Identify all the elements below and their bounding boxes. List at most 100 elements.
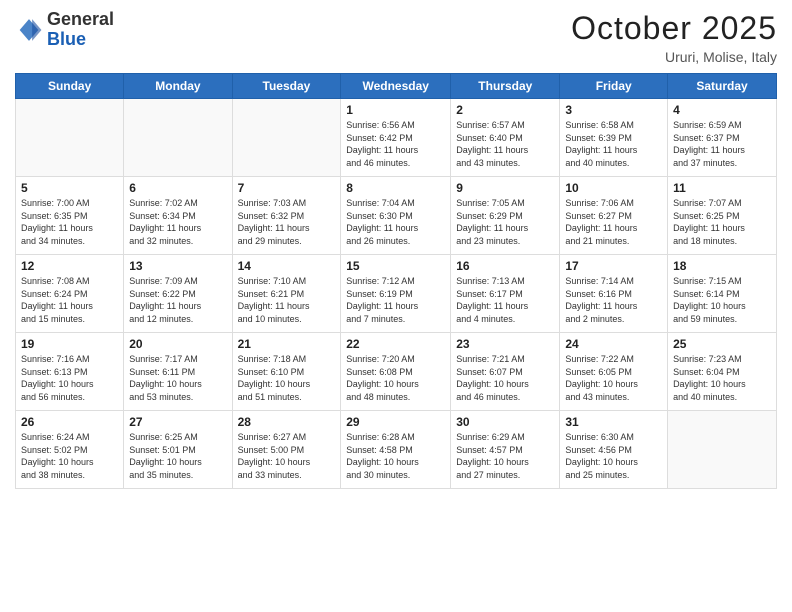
day-info: Sunrise: 6:58 AM Sunset: 6:39 PM Dayligh… xyxy=(565,119,662,169)
day-number: 7 xyxy=(238,181,336,195)
month-title: October 2025 xyxy=(571,10,777,47)
day-info: Sunrise: 7:02 AM Sunset: 6:34 PM Dayligh… xyxy=(129,197,226,247)
logo-icon xyxy=(15,16,43,44)
calendar-cell: 22Sunrise: 7:20 AM Sunset: 6:08 PM Dayli… xyxy=(341,333,451,411)
day-number: 31 xyxy=(565,415,662,429)
calendar-cell: 3Sunrise: 6:58 AM Sunset: 6:39 PM Daylig… xyxy=(560,99,668,177)
day-info: Sunrise: 7:23 AM Sunset: 6:04 PM Dayligh… xyxy=(673,353,771,403)
day-number: 29 xyxy=(346,415,445,429)
logo-blue-text: Blue xyxy=(47,29,86,49)
week-row-2: 12 Sunrise: 7:08 AM Sunset: 6:24 PM Dayli… xyxy=(16,255,777,333)
calendar-table: SundayMondayTuesdayWednesdayThursdayFrid… xyxy=(15,73,777,489)
day-number: 27 xyxy=(129,415,226,429)
week-row-0: 1Sunrise: 6:56 AM Sunset: 6:42 PM Daylig… xyxy=(16,99,777,177)
day-number: 18 xyxy=(673,259,771,273)
day-info: Sunrise: 7:10 AM Sunset: 6:21 PM Dayligh… xyxy=(238,275,336,325)
day-info: Sunrise: 7:21 AM Sunset: 6:07 PM Dayligh… xyxy=(456,353,554,403)
day-number: 5 xyxy=(21,181,118,195)
week-row-4: 26 Sunrise: 6:24 AM Sunset: 5:02 PM Dayli… xyxy=(16,411,777,489)
day-info: Sunrise: 7:16 AM Sunset: 6:13 PM Dayligh… xyxy=(21,353,118,403)
calendar-cell: 27Sunrise: 6:25 AM Sunset: 5:01 PM Dayli… xyxy=(124,411,232,489)
logo-general-text: General xyxy=(47,9,114,29)
day-number: 8 xyxy=(346,181,445,195)
day-number: 22 xyxy=(346,337,445,351)
calendar-cell: 16Sunrise: 7:13 AM Sunset: 6:17 PM Dayli… xyxy=(451,255,560,333)
day-number: 14 xyxy=(238,259,336,273)
calendar-cell: 24Sunrise: 7:22 AM Sunset: 6:05 PM Dayli… xyxy=(560,333,668,411)
day-number: 4 xyxy=(673,103,771,117)
day-number: 23 xyxy=(456,337,554,351)
weekday-header-sunday: Sunday xyxy=(16,74,124,99)
day-info: Sunrise: 6:28 AM Sunset: 4:58 PM Dayligh… xyxy=(346,431,445,481)
calendar-cell: 13Sunrise: 7:09 AM Sunset: 6:22 PM Dayli… xyxy=(124,255,232,333)
day-number: 25 xyxy=(673,337,771,351)
calendar-cell: 21 Sunrise: 7:18 AM Sunset: 6:10 PM Dayli… xyxy=(232,333,341,411)
calendar-cell: 10 Sunrise: 7:06 AM Sunset: 6:27 PM Dayli… xyxy=(560,177,668,255)
weekday-header-monday: Monday xyxy=(124,74,232,99)
calendar-cell: 31Sunrise: 6:30 AM Sunset: 4:56 PM Dayli… xyxy=(560,411,668,489)
calendar-cell: 9 Sunrise: 7:05 AM Sunset: 6:29 PM Daylig… xyxy=(451,177,560,255)
calendar-cell: 12 Sunrise: 7:08 AM Sunset: 6:24 PM Dayli… xyxy=(16,255,124,333)
calendar-cell: 7 Sunrise: 7:03 AM Sunset: 6:32 PM Daylig… xyxy=(232,177,341,255)
calendar-cell: 6 Sunrise: 7:02 AM Sunset: 6:34 PM Daylig… xyxy=(124,177,232,255)
day-info: Sunrise: 7:06 AM Sunset: 6:27 PM Dayligh… xyxy=(565,197,662,247)
day-info: Sunrise: 7:13 AM Sunset: 6:17 PM Dayligh… xyxy=(456,275,554,325)
week-row-1: 5 Sunrise: 7:00 AM Sunset: 6:35 PM Daylig… xyxy=(16,177,777,255)
weekday-header-wednesday: Wednesday xyxy=(341,74,451,99)
day-info: Sunrise: 7:17 AM Sunset: 6:11 PM Dayligh… xyxy=(129,353,226,403)
calendar-cell: 28 Sunrise: 6:27 AM Sunset: 5:00 PM Dayli… xyxy=(232,411,341,489)
logo: General Blue xyxy=(15,10,114,50)
weekday-header-friday: Friday xyxy=(560,74,668,99)
day-info: Sunrise: 7:03 AM Sunset: 6:32 PM Dayligh… xyxy=(238,197,336,247)
calendar-cell: 30Sunrise: 6:29 AM Sunset: 4:57 PM Dayli… xyxy=(451,411,560,489)
day-number: 19 xyxy=(21,337,118,351)
day-number: 17 xyxy=(565,259,662,273)
day-number: 9 xyxy=(456,181,554,195)
day-info: Sunrise: 6:24 AM Sunset: 5:02 PM Dayligh… xyxy=(21,431,118,481)
day-info: Sunrise: 7:14 AM Sunset: 6:16 PM Dayligh… xyxy=(565,275,662,325)
day-number: 20 xyxy=(129,337,226,351)
day-number: 12 xyxy=(21,259,118,273)
day-info: Sunrise: 7:07 AM Sunset: 6:25 PM Dayligh… xyxy=(673,197,771,247)
day-number: 6 xyxy=(129,181,226,195)
day-number: 11 xyxy=(673,181,771,195)
day-info: Sunrise: 7:15 AM Sunset: 6:14 PM Dayligh… xyxy=(673,275,771,325)
day-info: Sunrise: 6:56 AM Sunset: 6:42 PM Dayligh… xyxy=(346,119,445,169)
calendar-cell: 1Sunrise: 6:56 AM Sunset: 6:42 PM Daylig… xyxy=(341,99,451,177)
calendar-cell: 18 Sunrise: 7:15 AM Sunset: 6:14 PM Dayli… xyxy=(668,255,777,333)
calendar-cell: 15Sunrise: 7:12 AM Sunset: 6:19 PM Dayli… xyxy=(341,255,451,333)
calendar-cell: 17 Sunrise: 7:14 AM Sunset: 6:16 PM Dayli… xyxy=(560,255,668,333)
weekday-header-row: SundayMondayTuesdayWednesdayThursdayFrid… xyxy=(16,74,777,99)
day-number: 21 xyxy=(238,337,336,351)
day-info: Sunrise: 7:05 AM Sunset: 6:29 PM Dayligh… xyxy=(456,197,554,247)
day-info: Sunrise: 7:08 AM Sunset: 6:24 PM Dayligh… xyxy=(21,275,118,325)
page: General Blue October 2025 Ururi, Molise,… xyxy=(0,0,792,612)
calendar-cell xyxy=(124,99,232,177)
title-block: October 2025 Ururi, Molise, Italy xyxy=(571,10,777,65)
calendar-cell: 4 Sunrise: 6:59 AM Sunset: 6:37 PM Daylig… xyxy=(668,99,777,177)
weekday-header-thursday: Thursday xyxy=(451,74,560,99)
day-info: Sunrise: 6:29 AM Sunset: 4:57 PM Dayligh… xyxy=(456,431,554,481)
calendar-cell xyxy=(668,411,777,489)
day-info: Sunrise: 7:09 AM Sunset: 6:22 PM Dayligh… xyxy=(129,275,226,325)
day-number: 10 xyxy=(565,181,662,195)
day-info: Sunrise: 7:04 AM Sunset: 6:30 PM Dayligh… xyxy=(346,197,445,247)
day-info: Sunrise: 6:57 AM Sunset: 6:40 PM Dayligh… xyxy=(456,119,554,169)
weekday-header-tuesday: Tuesday xyxy=(232,74,341,99)
calendar-cell: 23 Sunrise: 7:21 AM Sunset: 6:07 PM Dayli… xyxy=(451,333,560,411)
day-number: 28 xyxy=(238,415,336,429)
calendar-cell xyxy=(16,99,124,177)
day-info: Sunrise: 6:27 AM Sunset: 5:00 PM Dayligh… xyxy=(238,431,336,481)
day-info: Sunrise: 6:59 AM Sunset: 6:37 PM Dayligh… xyxy=(673,119,771,169)
calendar-cell: 8 Sunrise: 7:04 AM Sunset: 6:30 PM Daylig… xyxy=(341,177,451,255)
calendar-cell: 11 Sunrise: 7:07 AM Sunset: 6:25 PM Dayli… xyxy=(668,177,777,255)
day-info: Sunrise: 7:22 AM Sunset: 6:05 PM Dayligh… xyxy=(565,353,662,403)
day-info: Sunrise: 7:18 AM Sunset: 6:10 PM Dayligh… xyxy=(238,353,336,403)
day-info: Sunrise: 7:12 AM Sunset: 6:19 PM Dayligh… xyxy=(346,275,445,325)
header: General Blue October 2025 Ururi, Molise,… xyxy=(15,10,777,65)
day-number: 26 xyxy=(21,415,118,429)
day-info: Sunrise: 7:00 AM Sunset: 6:35 PM Dayligh… xyxy=(21,197,118,247)
calendar-cell: 14 Sunrise: 7:10 AM Sunset: 6:21 PM Dayli… xyxy=(232,255,341,333)
calendar-cell: 25 Sunrise: 7:23 AM Sunset: 6:04 PM Dayli… xyxy=(668,333,777,411)
calendar-cell: 5 Sunrise: 7:00 AM Sunset: 6:35 PM Daylig… xyxy=(16,177,124,255)
